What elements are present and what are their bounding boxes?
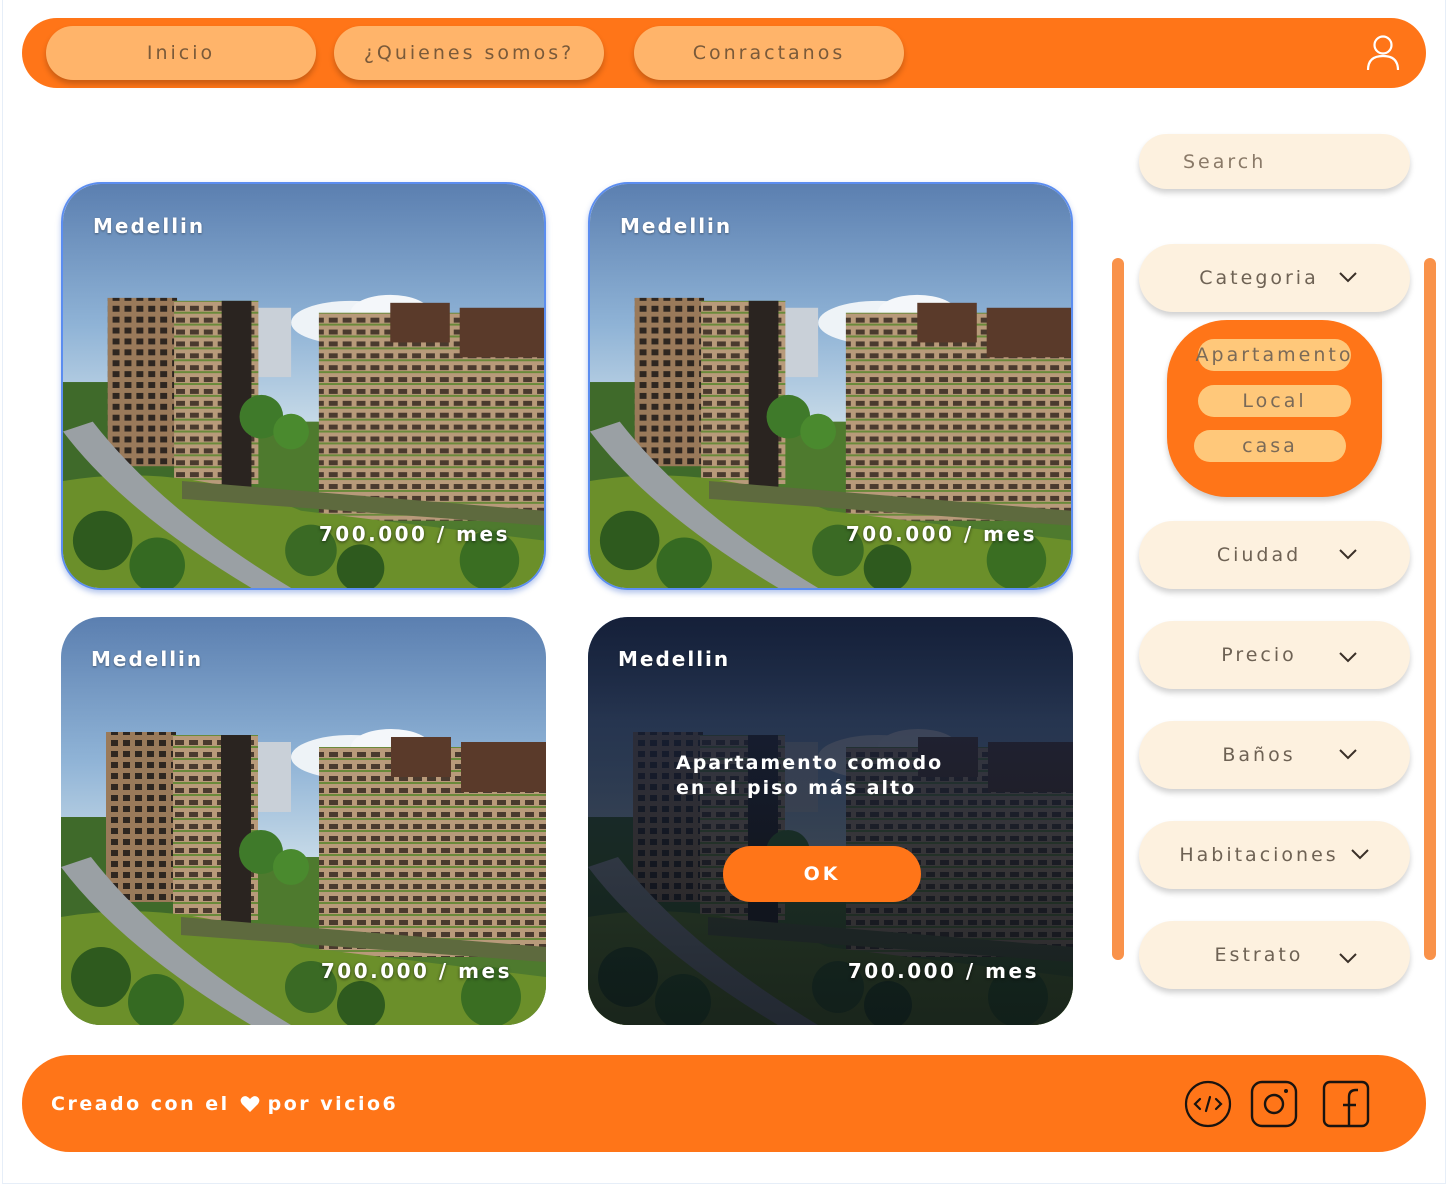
listing-price: 700.000 / mes bbox=[845, 522, 1037, 546]
filter-label: Habitaciones bbox=[1179, 844, 1339, 866]
ok-button[interactable]: OK bbox=[723, 846, 921, 902]
filter-precio-dropdown[interactable]: Precio bbox=[1139, 621, 1410, 689]
filter-estrato-dropdown[interactable]: Estrato bbox=[1139, 921, 1410, 989]
listing-price: 700.000 / mes bbox=[318, 522, 510, 546]
filter-banos-dropdown[interactable]: Baños bbox=[1139, 721, 1410, 789]
footer-credit: Creado con el por vicio6 bbox=[51, 1093, 398, 1115]
instagram-icon[interactable] bbox=[1249, 1079, 1299, 1129]
footer: Creado con el por vicio6 bbox=[22, 1055, 1426, 1152]
filter-habitaciones-dropdown[interactable]: Habitaciones bbox=[1139, 821, 1410, 889]
filter-ciudad-dropdown[interactable]: Ciudad bbox=[1139, 521, 1410, 589]
nav-contactanos-button[interactable]: Conractanos bbox=[634, 26, 904, 80]
listing-price: 700.000 / mes bbox=[847, 959, 1039, 983]
listing-description: Apartamento comodo en el piso más alto bbox=[676, 751, 943, 801]
listing-card-hovered[interactable]: Medellin Apartamento comodo en el piso m… bbox=[588, 617, 1073, 1025]
credit-text: Creado con el bbox=[51, 1093, 230, 1115]
scrollbar-left[interactable] bbox=[1112, 258, 1124, 960]
credit-author: por vicio6 bbox=[267, 1093, 399, 1115]
chevron-down-icon bbox=[1339, 272, 1357, 283]
listing-price: 700.000 / mes bbox=[320, 959, 512, 983]
code-icon[interactable] bbox=[1183, 1079, 1233, 1129]
facebook-icon[interactable] bbox=[1321, 1079, 1371, 1129]
chevron-down-icon bbox=[1339, 953, 1357, 964]
heart-icon bbox=[240, 1096, 260, 1112]
nav-inicio-button[interactable]: Inicio bbox=[46, 26, 316, 80]
nav-quienes-somos-button[interactable]: ¿Quienes somos? bbox=[334, 26, 604, 80]
search-input[interactable] bbox=[1139, 134, 1410, 189]
listing-city: Medellin bbox=[93, 214, 206, 238]
chevron-down-icon bbox=[1339, 652, 1357, 663]
option-casa[interactable]: casa bbox=[1194, 430, 1346, 462]
user-icon[interactable] bbox=[1366, 34, 1400, 72]
option-apartamento[interactable]: Apartamento bbox=[1196, 339, 1351, 371]
listing-card[interactable]: Medellin 700.000 / mes bbox=[61, 182, 546, 590]
listing-city: Medellin bbox=[618, 647, 731, 671]
listing-description-line: en el piso más alto bbox=[676, 777, 917, 799]
listing-city: Medellin bbox=[620, 214, 733, 238]
chevron-down-icon bbox=[1339, 549, 1357, 560]
categoria-options-menu: Apartamento Local casa bbox=[1167, 320, 1382, 497]
listing-description-line: Apartamento comodo bbox=[676, 752, 944, 774]
listing-city: Medellin bbox=[91, 647, 204, 671]
scrollbar-right[interactable] bbox=[1424, 258, 1436, 960]
listing-card[interactable]: Medellin 700.000 / mes bbox=[588, 182, 1073, 590]
option-local[interactable]: Local bbox=[1198, 385, 1351, 417]
chevron-down-icon bbox=[1351, 849, 1369, 860]
listing-card[interactable]: Medellin 700.000 / mes bbox=[61, 617, 546, 1025]
chevron-down-icon bbox=[1339, 749, 1357, 760]
filter-categoria-dropdown[interactable]: Categoria bbox=[1139, 244, 1410, 312]
top-navbar: Inicio ¿Quienes somos? Conractanos bbox=[22, 18, 1426, 88]
